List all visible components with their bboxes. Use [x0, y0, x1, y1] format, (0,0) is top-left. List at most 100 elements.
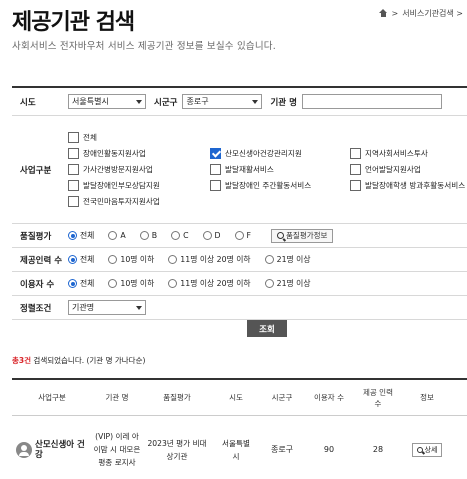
business-option-checkbox[interactable]: 발달장애학생 방과후활동서비스 — [350, 180, 467, 191]
cell-staff: 28 — [372, 445, 384, 454]
staff-option[interactable]: 21명 이상 — [264, 254, 311, 265]
detail-button[interactable]: 상세 — [411, 442, 443, 457]
district-label: 시군구 — [154, 97, 178, 108]
org-name-input[interactable] — [301, 94, 442, 109]
cell-quality: 2023년 평가 비대상기관 — [142, 437, 212, 463]
org-name-label: 기관 명 — [270, 97, 297, 108]
quality-option[interactable]: B — [139, 231, 158, 240]
business-option-checkbox[interactable]: 발달장애인 주간활동서비스 — [210, 180, 350, 191]
cell-business-text: 산모신생아 건강 — [35, 439, 85, 460]
checkbox-icon — [68, 164, 79, 175]
business-option-checkbox[interactable]: 가사간병방문지원사업 — [68, 164, 210, 175]
cell-district: 종로구 — [270, 445, 294, 454]
chevron-down-icon — [136, 99, 142, 104]
radio-icon — [168, 255, 178, 264]
quality-option[interactable]: A — [108, 231, 126, 240]
chevron-down-icon — [252, 99, 259, 104]
business-option-label: 장애인활동지원사업 — [83, 149, 146, 158]
result-count: 총3건 — [12, 356, 32, 365]
quality-option-label: D — [214, 231, 221, 240]
checkbox-icon — [68, 180, 79, 191]
radio-selected-icon — [68, 279, 77, 288]
col-header-info: 정보 — [420, 393, 434, 402]
quality-radio-group: 전체 A B C D F — [68, 230, 265, 241]
quality-option-label: F — [246, 231, 252, 240]
staff-option-label: 21명 이상 — [276, 255, 311, 264]
users-option-label: 전체 — [80, 279, 95, 288]
business-option-checkbox[interactable]: 발달재활서비스 — [210, 164, 350, 175]
radio-icon — [202, 231, 212, 240]
business-option-checkbox[interactable]: 산모신생아건강관리지원 — [210, 148, 350, 159]
region-select[interactable]: 서울특별시 — [68, 94, 146, 109]
checkbox-icon — [68, 148, 79, 159]
table-row[interactable]: 산모신생아 건강 (VIP) 이레 아이맘 시 대모은평종 로지사 2023년 … — [12, 416, 467, 479]
cell-org-name[interactable]: (VIP) 이레 아이맘 시 대모은평종 로지사 — [92, 430, 142, 469]
filter-row-quality: 품질평가 전체 A B C D F 품질평가정보 — [12, 224, 467, 248]
breadcrumb-current[interactable]: 서비스기관검색 > — [402, 8, 463, 19]
quality-label: 품질평가 — [20, 231, 52, 242]
radio-selected-icon — [68, 231, 77, 240]
quality-info-button[interactable]: 품질평가정보 — [271, 228, 334, 243]
users-option[interactable]: 10명 이하 — [108, 278, 154, 289]
filter-row-users: 이용자 수 전체 10명 이하 11명 이상 20명 이하 21명 이상 — [12, 272, 467, 296]
quality-option[interactable]: F — [234, 231, 252, 240]
business-option-checkbox[interactable]: 지역사회서비스투사 — [350, 148, 467, 159]
col-header-users: 이용자 수 — [314, 393, 344, 402]
business-option-checkbox[interactable]: 발달장애인부모상담지원 — [68, 180, 210, 191]
page-subtitle: 사회서비스 전자바우처 서비스 제공기관 정보를 보실수 있습니다. — [12, 41, 276, 52]
business-option-label: 지역사회서비스투사 — [365, 149, 428, 158]
staff-option[interactable]: 10명 이하 — [108, 254, 154, 265]
staff-option-label: 10명 이하 — [120, 255, 155, 264]
business-option-label: 언어발달지원사업 — [365, 165, 421, 174]
quality-option[interactable]: C — [171, 231, 189, 240]
grid-spacer — [210, 132, 350, 143]
quality-option[interactable]: D — [202, 231, 221, 240]
cell-region: 서울특별 시 — [222, 438, 250, 461]
business-option-checkbox[interactable]: 전체 — [68, 132, 210, 143]
quality-info-label: 품질평가정보 — [286, 231, 328, 240]
staff-option[interactable]: 11명 이상 20명 이하 — [168, 254, 251, 265]
business-option-label: 발달장애인 주간활동서비스 — [225, 181, 312, 190]
business-option-label: 가사간병방문지원사업 — [83, 165, 153, 174]
radio-selected-icon — [68, 255, 77, 264]
business-option-checkbox[interactable]: 언어발달지원사업 — [350, 164, 467, 175]
users-option[interactable]: 11명 이상 20명 이하 — [168, 278, 251, 289]
district-select[interactable]: 종로구 — [182, 94, 263, 109]
quality-option[interactable]: 전체 — [68, 230, 94, 241]
filter-row-business: 사업구분 전체장애인활동지원사업 산모신생아건강관리지원 지역사회서비스투사가사간병… — [12, 116, 467, 224]
checkbox-icon — [210, 180, 221, 191]
business-option-checkbox[interactable]: 전국민마음투자지원사업 — [68, 196, 210, 207]
staff-option[interactable]: 전체 — [68, 254, 94, 265]
search-button[interactable]: 조회 — [247, 320, 287, 337]
users-option[interactable]: 21명 이상 — [264, 278, 311, 289]
breadcrumb-separator: > — [391, 9, 399, 18]
home-icon[interactable] — [378, 9, 388, 18]
radio-icon — [264, 279, 274, 288]
checkbox-icon — [350, 148, 361, 159]
col-header-district: 시군구 — [271, 393, 293, 402]
quality-option-label: B — [151, 231, 158, 240]
col-header-quality: 품질평가 — [163, 393, 191, 402]
region-label: 시도 — [20, 97, 36, 108]
staff-label: 제공인력 수 — [20, 255, 63, 266]
business-option-checkbox[interactable]: 장애인활동지원사업 — [68, 148, 210, 159]
cell-info: 상세 — [402, 442, 452, 457]
users-option-label: 10명 이하 — [120, 279, 155, 288]
sort-select[interactable]: 기관명 — [68, 300, 146, 315]
radio-icon — [171, 231, 181, 240]
radio-icon — [168, 279, 178, 288]
users-option-label: 21명 이상 — [276, 279, 311, 288]
region-select-value: 서울특별시 — [72, 97, 109, 106]
business-label: 사업구분 — [20, 165, 52, 176]
radio-icon — [264, 255, 274, 264]
staff-option-label: 전체 — [80, 255, 95, 264]
district-select-value: 종로구 — [186, 97, 209, 106]
filter-row-staff: 제공인력 수 전체 10명 이하 11명 이상 20명 이하 21명 이상 — [12, 248, 467, 272]
staff-option-label: 11명 이상 20명 이하 — [180, 255, 251, 264]
radio-icon — [108, 231, 118, 240]
quality-option-label: A — [120, 231, 126, 240]
checkbox-icon — [210, 164, 221, 175]
radio-icon — [139, 231, 149, 240]
results-table: 사업구분 기관 명 품질평가 시도 시군구 이용자 수 제공 인력 수 정보 산… — [12, 378, 467, 479]
users-option[interactable]: 전체 — [68, 278, 94, 289]
